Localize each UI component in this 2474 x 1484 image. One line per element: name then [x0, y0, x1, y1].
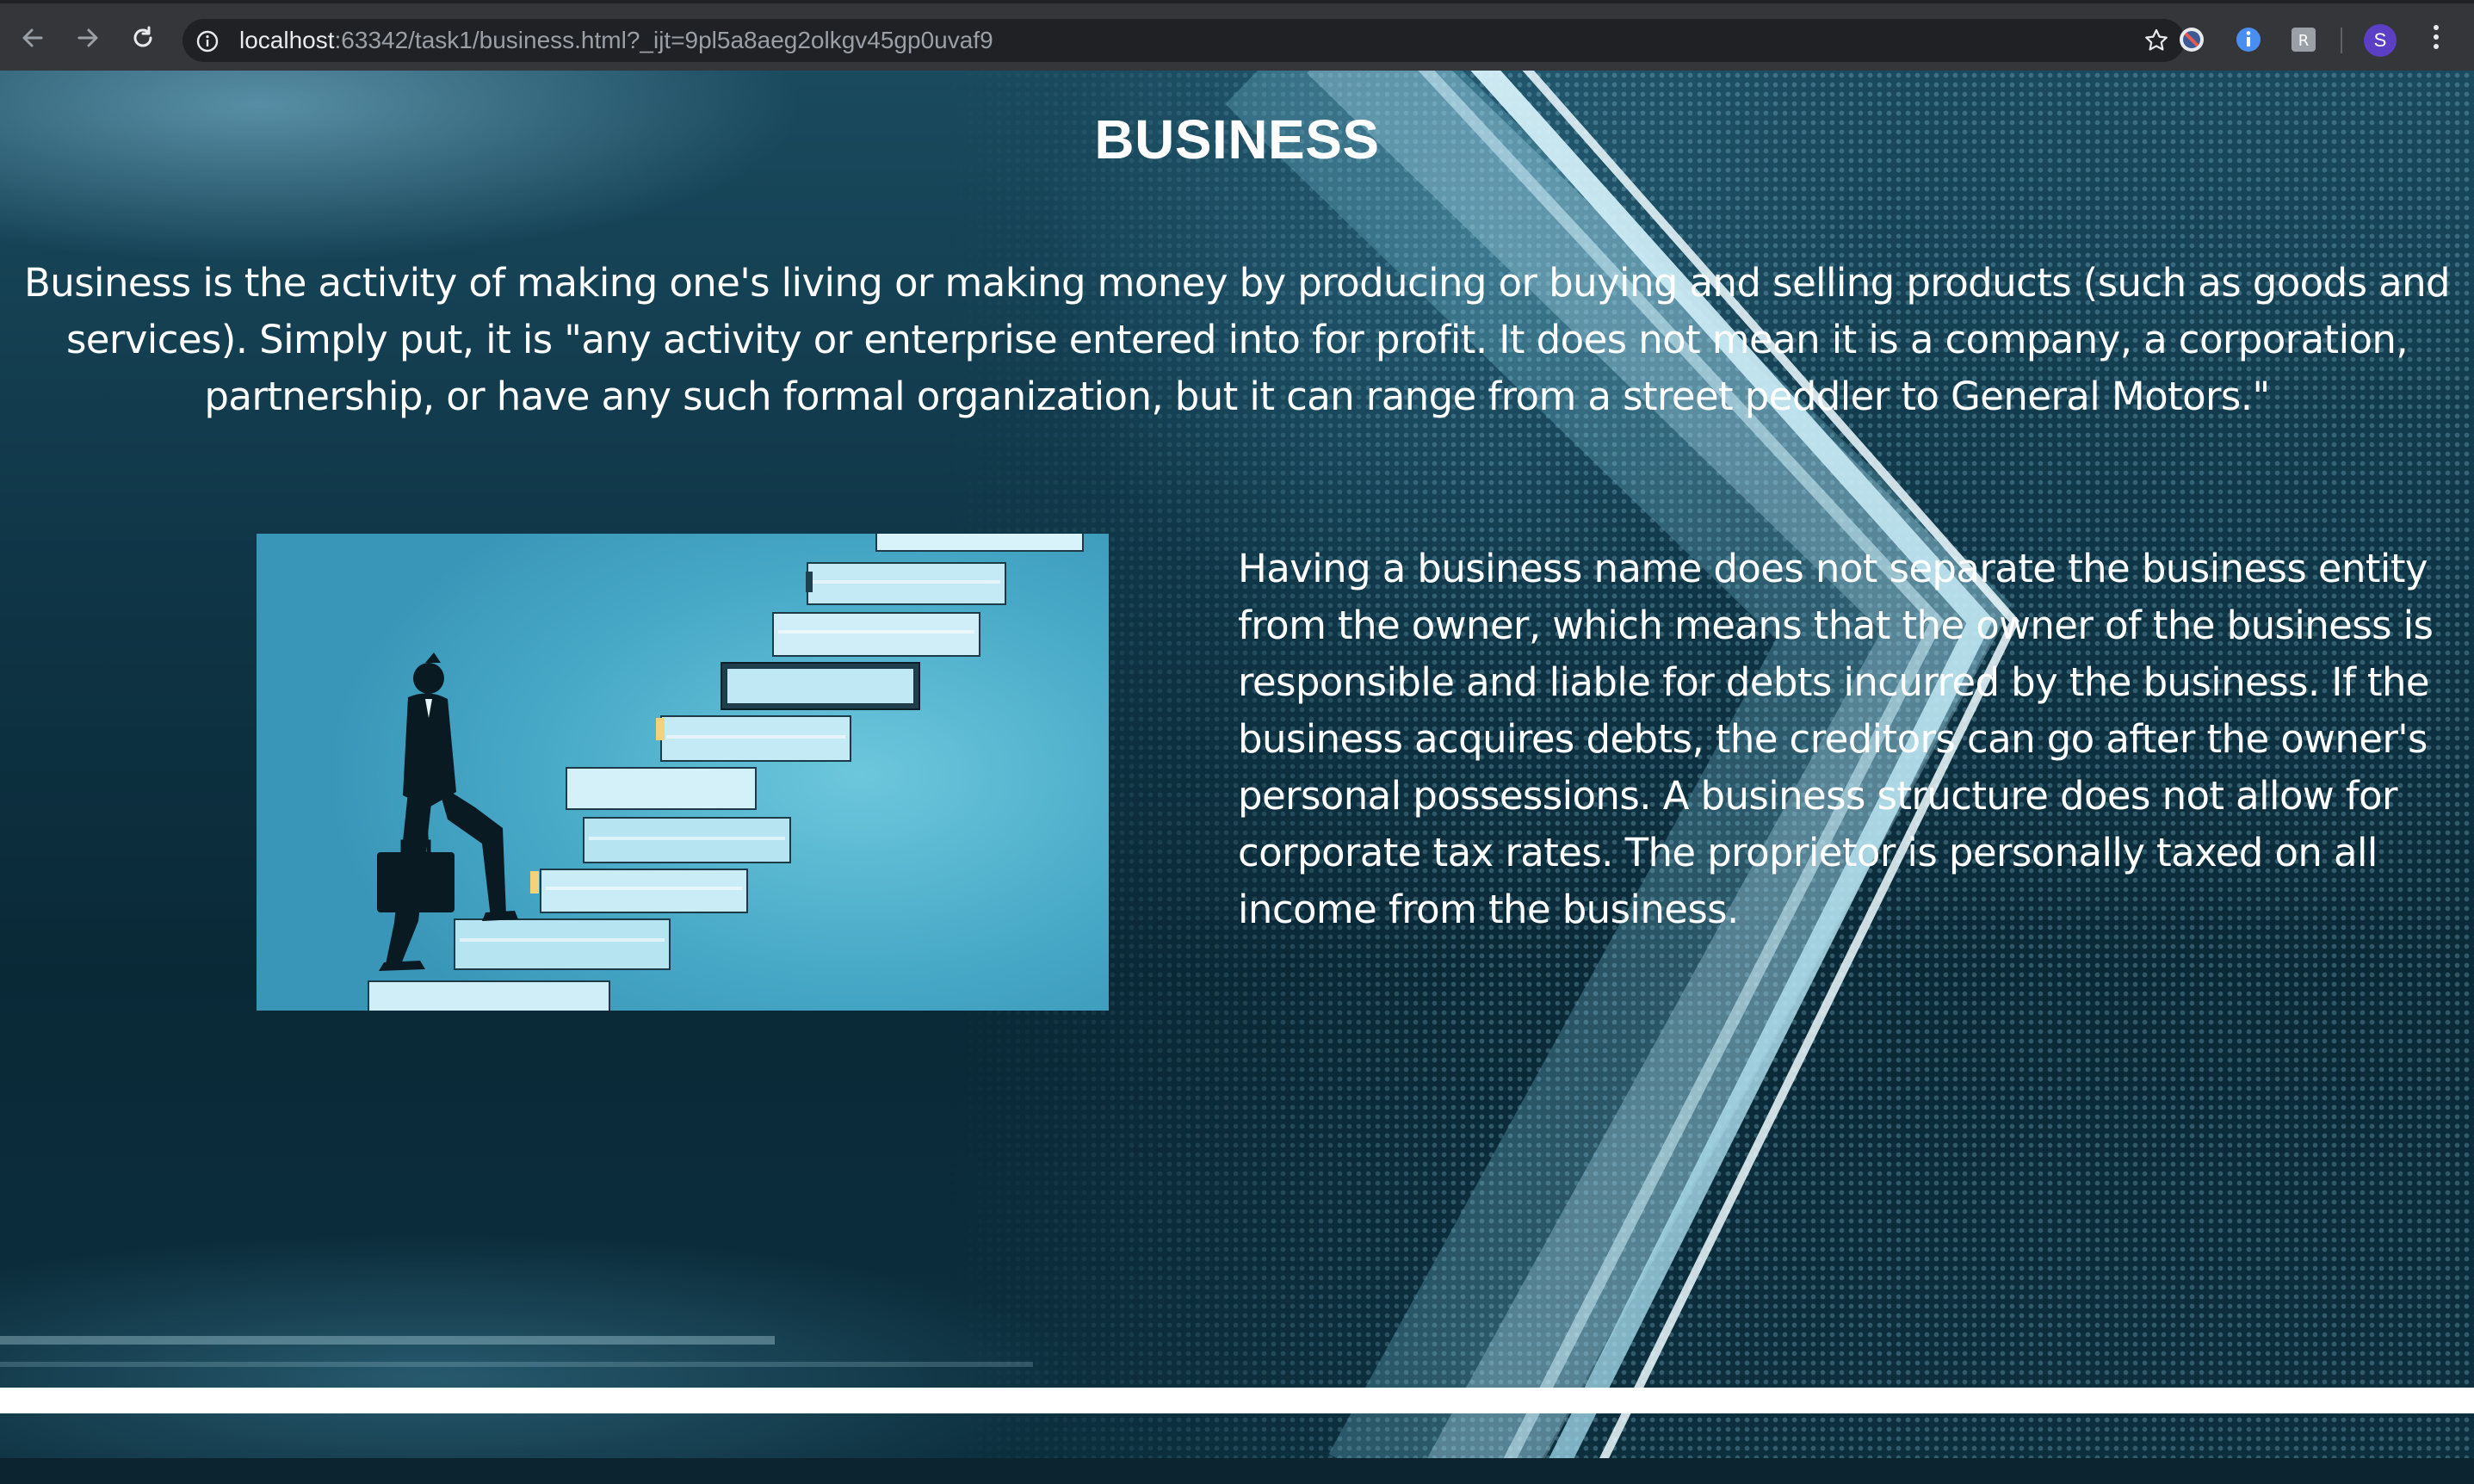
forward-arrow-icon[interactable]	[71, 21, 105, 55]
page-title: BUSINESS	[1094, 108, 1380, 170]
address-bar[interactable]: localhost:63342/task1/business.html?_ijt…	[182, 19, 2185, 62]
businessman-stairs-image	[257, 534, 1109, 1011]
page-viewport: BUSINESS Business is the activity of mak…	[0, 71, 2474, 1458]
page-bottom-strip	[0, 1388, 2474, 1413]
svg-text:R: R	[2298, 32, 2310, 50]
intro-paragraph: Business is the activity of making one's…	[24, 260, 2451, 419]
kebab-menu-icon[interactable]	[2426, 22, 2446, 57]
book-stairs-illustration	[368, 534, 1084, 1011]
reload-icon[interactable]	[126, 21, 160, 55]
blocker-extension-icon[interactable]	[2176, 24, 2207, 55]
browser-toolbar: localhost:63342/task1/business.html?_ijt…	[0, 0, 2474, 71]
info-extension-icon[interactable]	[2233, 24, 2264, 55]
toolbar-separator	[2341, 28, 2342, 53]
back-arrow-icon[interactable]	[15, 21, 50, 55]
url-path: :63342/task1/business.html?_ijt=9pl5a8ae…	[334, 27, 993, 53]
url-text: localhost:63342/task1/business.html?_ijt…	[239, 28, 993, 53]
site-info-icon[interactable]	[196, 30, 219, 56]
url-host: localhost	[239, 27, 335, 53]
profile-avatar[interactable]: S	[2364, 24, 2397, 57]
translate-extension-icon[interactable]: R	[2288, 24, 2319, 55]
bookmark-star-icon[interactable]	[2143, 28, 2169, 57]
detail-paragraph: Having a business name does not separate…	[1238, 546, 2434, 932]
